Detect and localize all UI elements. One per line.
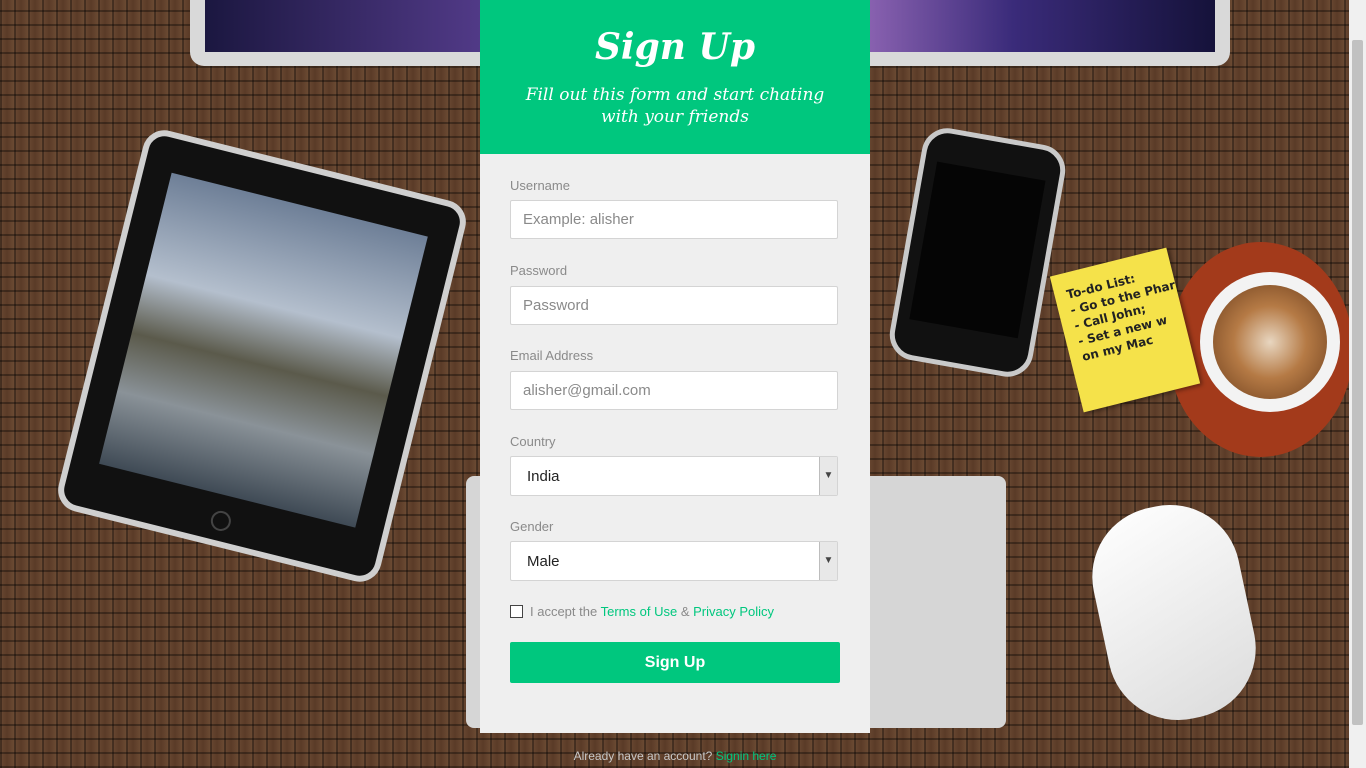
- gender-select[interactable]: Male ▼: [510, 541, 838, 581]
- panel-header: Sign Up Fill out this form and start cha…: [480, 0, 870, 154]
- terms-separator: &: [680, 604, 690, 619]
- signup-button[interactable]: Sign Up: [510, 642, 840, 683]
- username-label: Username: [510, 178, 570, 193]
- coffee-liquid: [1213, 285, 1327, 399]
- country-select[interactable]: India ▼: [510, 456, 838, 496]
- terms-prefix: I accept the: [530, 604, 598, 619]
- chevron-down-icon[interactable]: ▼: [819, 457, 837, 495]
- terms-text: I accept the Terms of Use & Privacy Poli…: [530, 604, 774, 619]
- chevron-down-icon[interactable]: ▼: [819, 542, 837, 580]
- username-input[interactable]: [510, 200, 838, 239]
- terms-of-use-link[interactable]: Terms of Use: [601, 604, 678, 619]
- footer-text: Already have an account?: [573, 749, 713, 763]
- terms-checkbox[interactable]: [510, 605, 523, 618]
- ipad-screen: [99, 172, 428, 528]
- password-input[interactable]: [510, 286, 838, 325]
- email-input[interactable]: [510, 371, 838, 410]
- page-title: Sign Up: [594, 26, 756, 68]
- signin-link[interactable]: Signin here: [716, 749, 777, 763]
- sticky-note-text: To-do List: - Go to the Phar - Call John…: [1065, 261, 1189, 365]
- signup-panel: Sign Up Fill out this form and start cha…: [480, 0, 870, 733]
- signin-footer: Already have an account? Signin here: [480, 749, 870, 763]
- ipad-home-button: [208, 508, 233, 534]
- scrollbar-thumb[interactable]: [1352, 40, 1363, 725]
- privacy-policy-link[interactable]: Privacy Policy: [693, 604, 774, 619]
- country-select-value: India: [527, 468, 560, 485]
- gender-select-value: Male: [527, 553, 560, 570]
- iphone-screen: [909, 161, 1046, 339]
- page-subtitle: Fill out this form and start chating wit…: [525, 85, 825, 127]
- country-label: Country: [510, 434, 556, 449]
- email-label: Email Address: [510, 348, 594, 363]
- password-label: Password: [510, 263, 568, 278]
- gender-label: Gender: [510, 519, 554, 534]
